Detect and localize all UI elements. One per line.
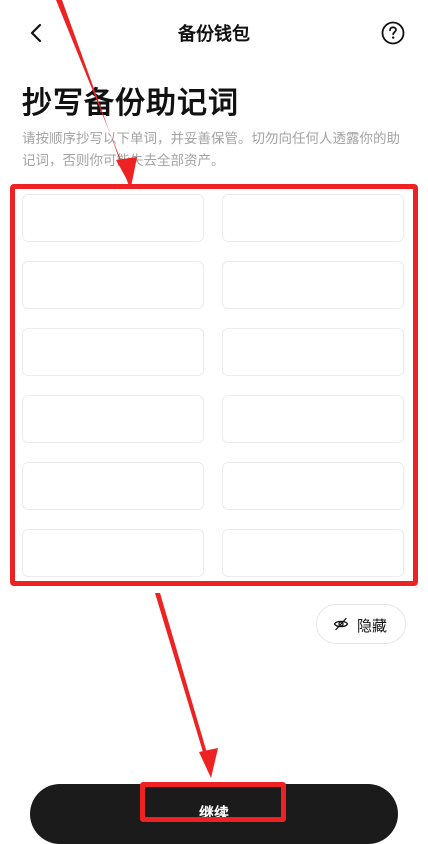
continue-button-highlight bbox=[140, 782, 286, 822]
arrow-to-continue-button bbox=[155, 593, 218, 778]
question-circle-icon bbox=[381, 21, 405, 45]
page-title: 抄写备份助记词 bbox=[22, 86, 239, 121]
eye-off-icon bbox=[333, 617, 349, 631]
page-description: 请按顺序抄写以下单词，并妥善保管。切勿向任何人透露你的助记词，否则你可能失去全部… bbox=[22, 131, 400, 169]
nav-bar: 备份钱包 bbox=[0, 0, 428, 66]
hide-button-label: 隐藏 bbox=[357, 617, 388, 635]
hide-button[interactable]: 隐藏 bbox=[316, 604, 406, 644]
word-grid-highlight bbox=[10, 184, 418, 586]
nav-title: 备份钱包 bbox=[178, 24, 250, 45]
help-button[interactable] bbox=[380, 20, 406, 46]
